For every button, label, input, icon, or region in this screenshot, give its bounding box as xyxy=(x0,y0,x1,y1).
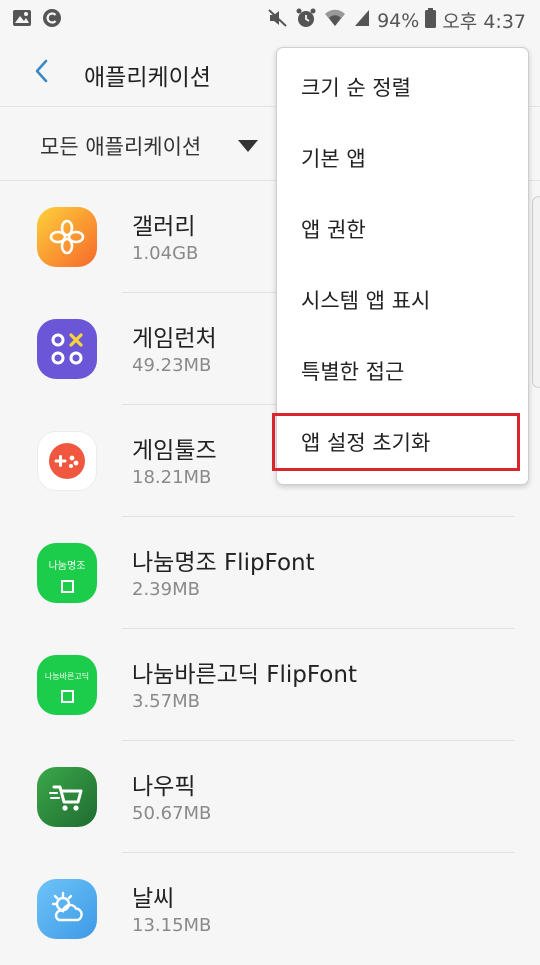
app-size: 13.15MB xyxy=(132,915,212,936)
menu-item-app-permissions[interactable]: 앱 권한 xyxy=(301,214,366,244)
caret-down-icon xyxy=(238,140,258,152)
c-icon xyxy=(42,8,62,32)
nowpick-icon xyxy=(37,767,97,827)
list-item-nowpick[interactable]: 나우픽 50.67MB xyxy=(0,741,540,853)
game-tools-icon xyxy=(37,431,97,491)
app-size: 1.04GB xyxy=(132,243,199,264)
list-item-nanum-myeongjo[interactable]: 나눔명조 나눔명조 FlipFont 2.39MB xyxy=(0,517,540,629)
wifi-icon xyxy=(323,8,347,33)
back-arrow-icon xyxy=(35,59,48,83)
app-name: 나눔명조 FlipFont xyxy=(132,550,315,576)
weather-icon xyxy=(37,879,97,939)
flipfont-icon: 나눔명조 xyxy=(37,543,97,603)
flipfont-icon: 나눔바른고딕 xyxy=(37,655,97,715)
app-size: 3.57MB xyxy=(132,691,200,712)
back-button[interactable] xyxy=(28,56,58,86)
game-launcher-icon xyxy=(37,319,97,379)
scrollbar[interactable] xyxy=(532,196,540,388)
app-name: 나눔바른고딕 FlipFont xyxy=(132,662,357,688)
app-name: 게임툴즈 xyxy=(132,438,217,464)
app-name: 나우픽 xyxy=(132,774,196,800)
app-size: 2.39MB xyxy=(132,579,200,600)
status-bar: 94% 오후 4:37 xyxy=(0,0,540,38)
menu-item-default-apps[interactable]: 기본 앱 xyxy=(301,143,366,173)
clock: 오후 4:37 xyxy=(442,11,526,33)
status-left xyxy=(12,8,62,32)
app-size: 18.21MB xyxy=(132,467,212,488)
gallery-app-icon xyxy=(37,207,97,267)
page-title: 애플리케이션 xyxy=(84,65,211,91)
mute-icon xyxy=(267,8,289,33)
app-size: 50.67MB xyxy=(132,803,212,824)
gallery-icon xyxy=(12,9,32,31)
filter-label: 모든 애플리케이션 xyxy=(40,135,202,159)
battery-percent: 94% xyxy=(377,9,420,32)
highlight-box xyxy=(272,413,520,471)
menu-item-sort-by-size[interactable]: 크기 순 정렬 xyxy=(301,72,411,102)
list-item-nanum-barun-gothic[interactable]: 나눔바른고딕 나눔바른고딕 FlipFont 3.57MB xyxy=(0,629,540,741)
list-item-weather[interactable]: 날씨 13.15MB xyxy=(0,853,540,965)
app-name: 날씨 xyxy=(132,886,175,912)
alarm-icon xyxy=(295,7,317,34)
status-right: 94% 오후 4:37 xyxy=(267,7,526,34)
app-name: 갤러리 xyxy=(132,214,196,240)
signal-icon xyxy=(353,8,371,33)
menu-item-special-access[interactable]: 특별한 접근 xyxy=(301,356,404,386)
app-size: 49.23MB xyxy=(132,355,212,376)
app-name: 게임런처 xyxy=(132,326,217,352)
battery-icon xyxy=(425,8,437,33)
menu-item-show-system-apps[interactable]: 시스템 앱 표시 xyxy=(301,285,430,315)
